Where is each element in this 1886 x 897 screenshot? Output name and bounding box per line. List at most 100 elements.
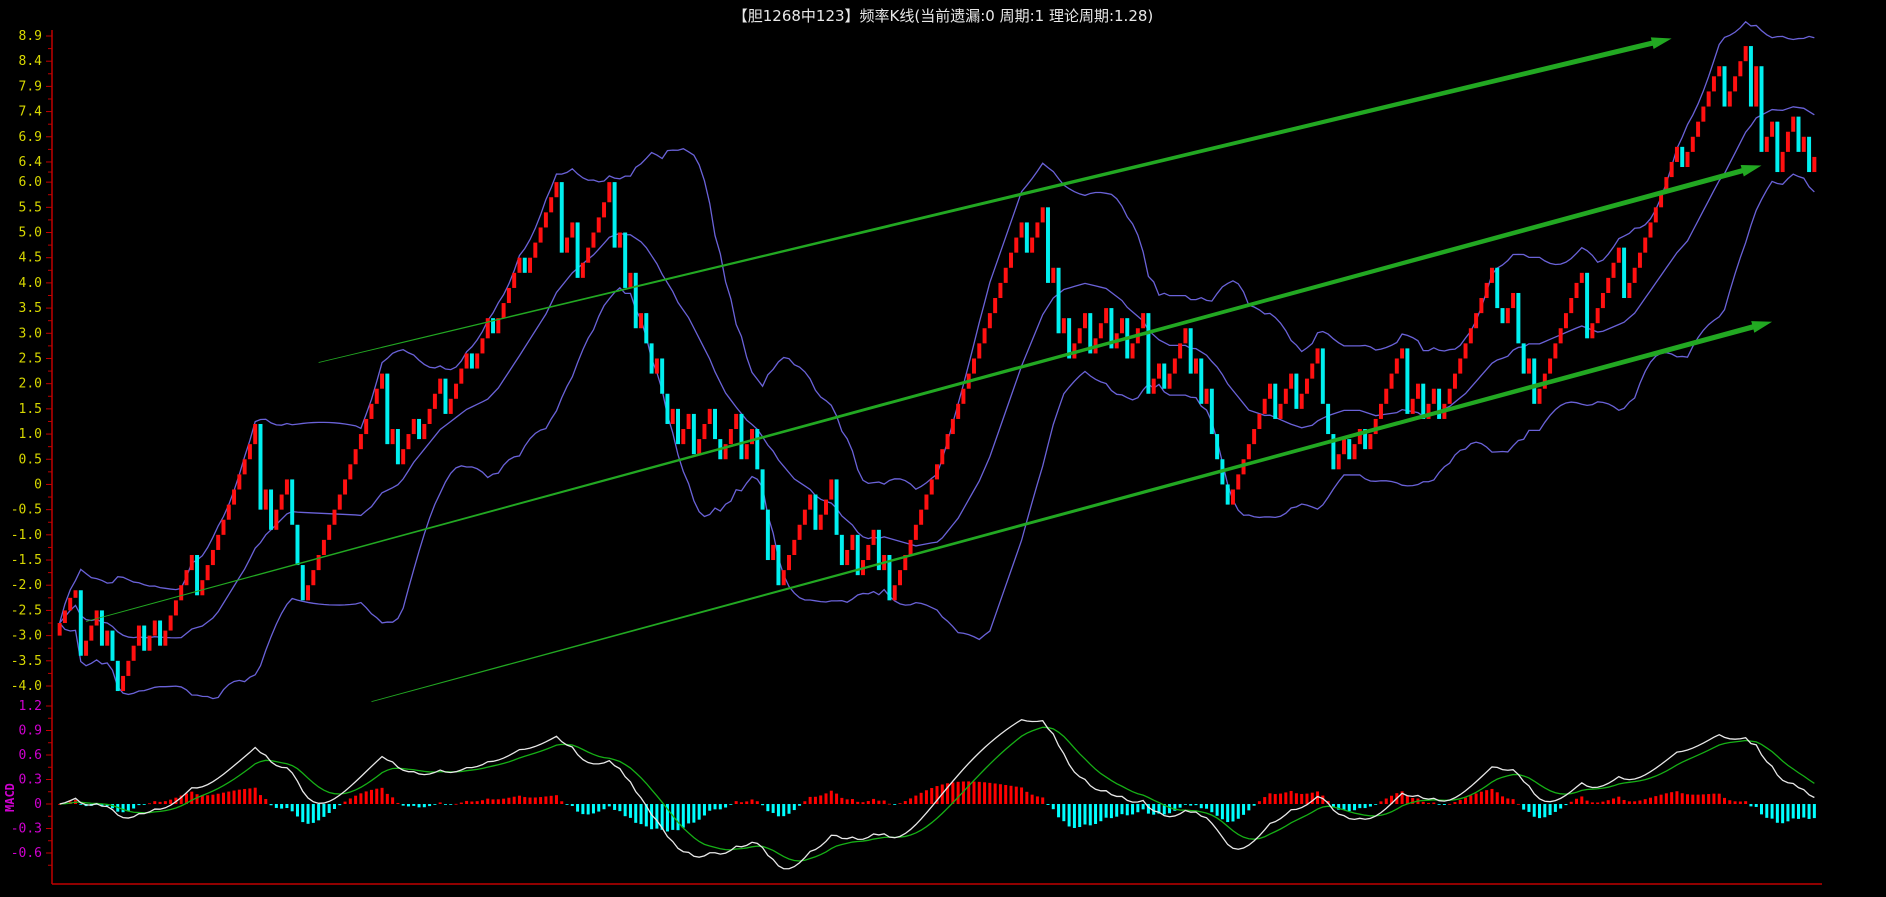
candle-down <box>195 554 200 596</box>
candle-down <box>1807 136 1812 173</box>
macd-bar-positive <box>533 797 537 804</box>
candle-up <box>173 600 178 616</box>
candle-down <box>1188 328 1193 374</box>
candle-up <box>1484 282 1489 299</box>
candle-up <box>1400 348 1405 359</box>
candle-up <box>1257 413 1262 430</box>
candle-down <box>385 373 390 445</box>
candle-up <box>348 464 353 480</box>
candle-up <box>908 539 913 555</box>
macd-bar-positive <box>1633 801 1637 804</box>
candle-up <box>1463 343 1468 359</box>
candle-up <box>168 615 173 631</box>
candle-up <box>358 434 363 450</box>
macd-bar-negative <box>1220 804 1224 820</box>
candle-down <box>142 625 147 651</box>
candle-up <box>163 630 168 646</box>
macd-bar-negative <box>1522 804 1526 810</box>
macd-bar-negative <box>1797 804 1801 819</box>
macd-bar-positive <box>480 800 484 804</box>
macd-bar-negative <box>433 804 437 805</box>
candle-down <box>660 358 665 394</box>
candle-up <box>427 408 432 424</box>
candle-up <box>279 494 284 510</box>
macd-bar-negative <box>776 804 780 817</box>
price-tick-label: -4.0 <box>11 679 42 694</box>
candle-up <box>411 418 416 435</box>
macd-bar-positive <box>147 803 151 805</box>
candle-up <box>216 534 221 550</box>
macd-bar-positive <box>882 800 886 804</box>
candle-up <box>940 449 945 465</box>
candle-up <box>459 368 464 384</box>
macd-bar-positive <box>1580 796 1584 804</box>
candle-up <box>728 429 733 445</box>
macd-bar-positive <box>840 797 844 804</box>
candle-down <box>559 182 564 253</box>
candle-down <box>1162 363 1167 389</box>
macd-bar-positive <box>813 796 817 804</box>
macd-bar-negative <box>306 804 310 824</box>
candle-down <box>1046 207 1050 283</box>
candle-up <box>898 570 902 586</box>
candle-down <box>765 509 770 561</box>
macd-bar-negative <box>301 804 305 823</box>
macd-bar-negative <box>1527 804 1531 812</box>
candle-up <box>1315 348 1320 364</box>
candle-up <box>1252 429 1257 445</box>
candle-up <box>1727 91 1732 107</box>
macd-bar-positive <box>1268 793 1272 804</box>
macd-bar-positive <box>1035 796 1039 804</box>
candle-up <box>205 565 210 581</box>
candle-down <box>1225 484 1230 505</box>
price-tick-label: 3.5 <box>19 301 42 316</box>
candle-up <box>306 585 311 601</box>
candle-up <box>681 429 686 445</box>
candle-up <box>686 413 691 430</box>
macd-bar-positive <box>486 798 490 804</box>
macd-bar-negative <box>591 804 595 814</box>
candle-up <box>1014 237 1019 253</box>
candle-down <box>649 343 654 374</box>
macd-bar-positive <box>359 793 363 804</box>
macd-bar-positive <box>872 798 876 804</box>
macd-bar-negative <box>1183 804 1187 805</box>
candle-up <box>1304 378 1309 394</box>
candle-up <box>1183 328 1188 344</box>
candle-up <box>1812 156 1817 173</box>
macd-tick-label: 0.9 <box>19 724 42 739</box>
candle-up <box>1600 292 1605 309</box>
candle-down <box>1056 267 1061 334</box>
candle-up <box>1548 358 1553 374</box>
macd-bar-positive <box>1379 801 1383 804</box>
candle-up <box>987 313 992 329</box>
macd-bar-negative <box>1094 804 1098 824</box>
macd-bar-negative <box>597 804 601 812</box>
candle-up <box>89 625 94 641</box>
macd-bar-negative <box>1067 804 1071 827</box>
macd-bar-positive <box>914 795 918 804</box>
candle-down <box>290 479 295 525</box>
macd-bar-positive <box>465 800 469 804</box>
macd-bar-positive <box>1495 792 1499 804</box>
candle-up <box>1733 76 1738 92</box>
macd-bar-negative <box>718 804 722 810</box>
macd-bar-negative <box>1442 804 1446 805</box>
candle-up <box>1711 76 1716 92</box>
candle-up <box>221 519 226 535</box>
candle-up <box>924 494 929 510</box>
candle-up <box>702 423 707 440</box>
candle-up <box>1606 277 1611 293</box>
macd-bar-positive <box>1041 797 1045 804</box>
candle-down <box>295 524 300 566</box>
macd-bar-positive <box>438 802 442 804</box>
candle-up <box>1791 116 1796 132</box>
macd-bar-positive <box>539 797 543 804</box>
macd-bar-positive <box>475 801 479 804</box>
price-tick-label: 5.5 <box>19 200 42 215</box>
macd-bar-positive <box>1617 796 1621 804</box>
candle-up <box>390 429 395 445</box>
candle-up <box>1246 444 1251 460</box>
macd-bar-negative <box>639 804 643 825</box>
macd-bar-positive <box>824 793 828 804</box>
